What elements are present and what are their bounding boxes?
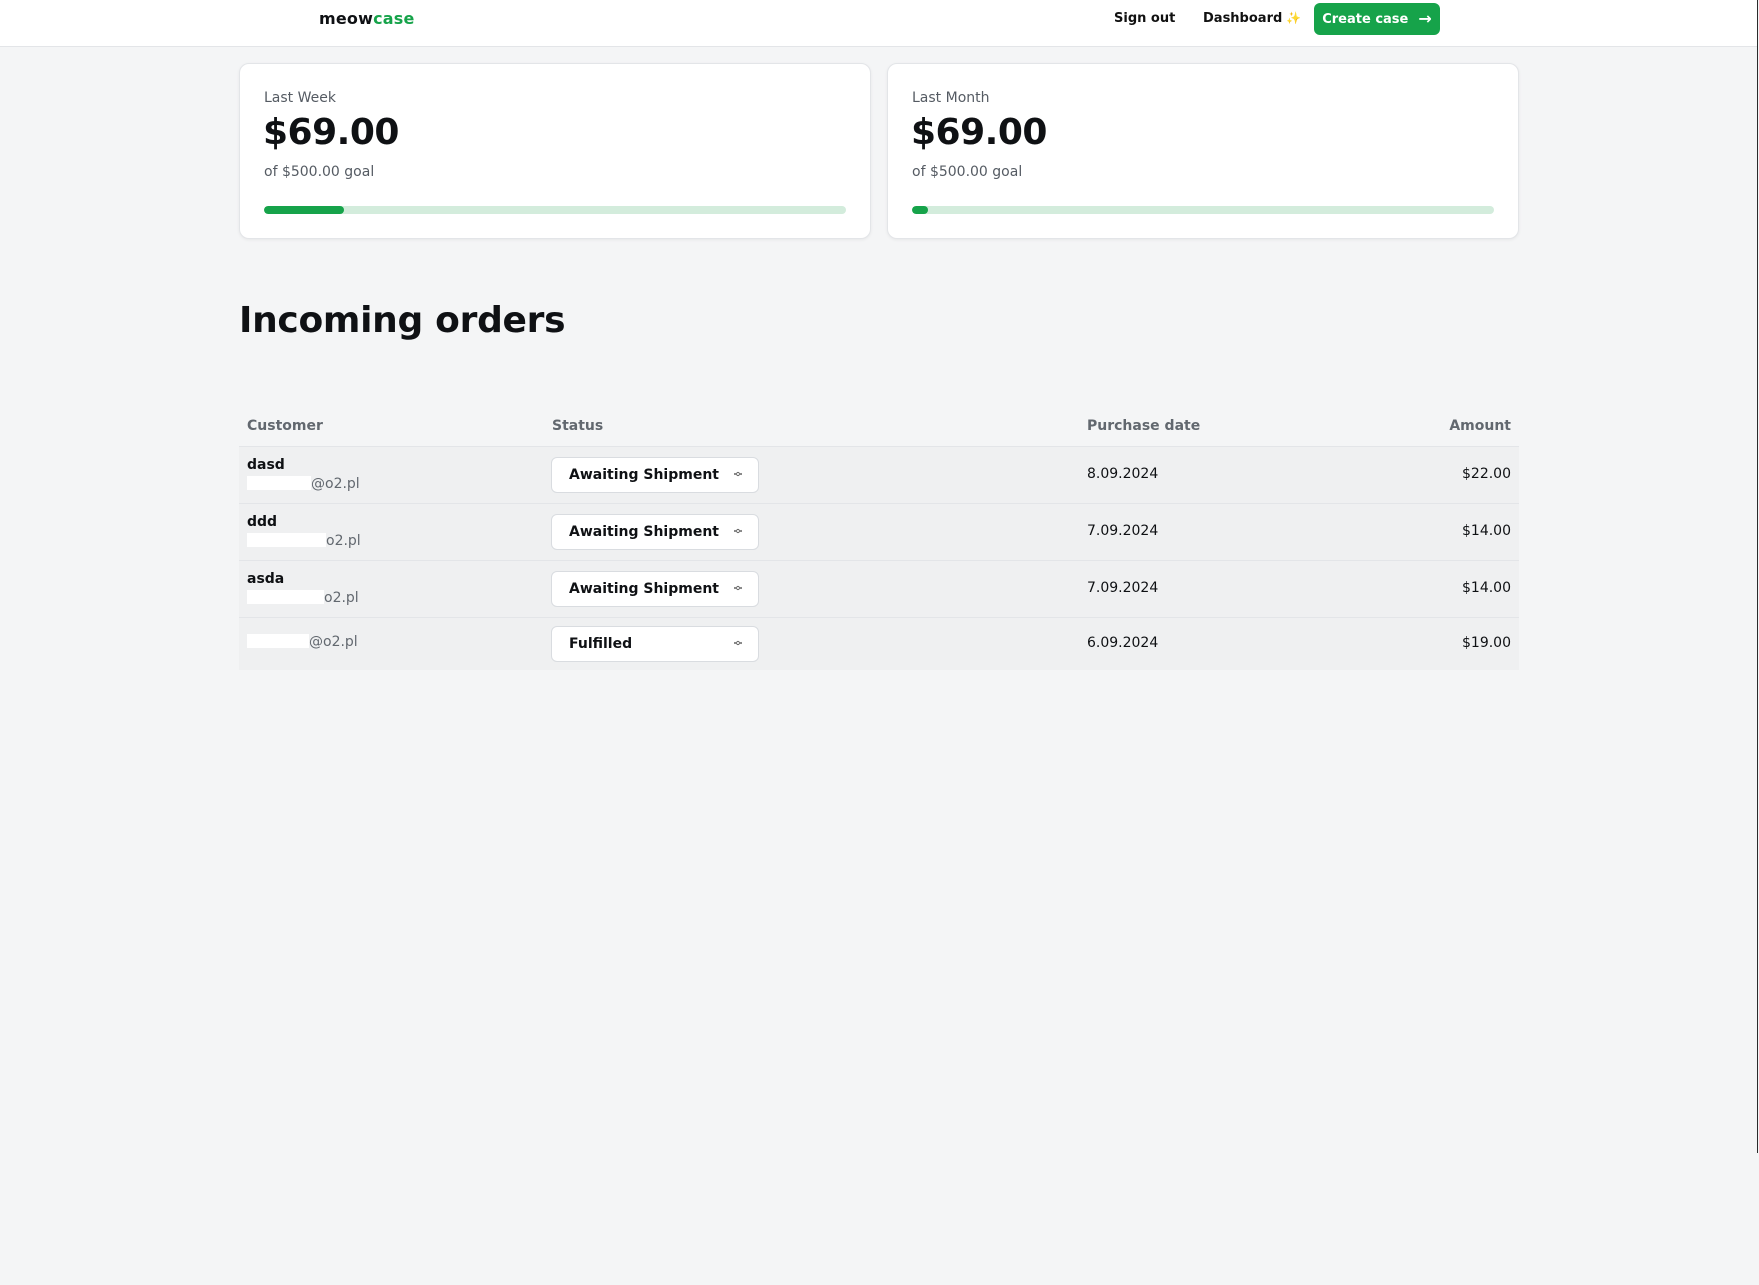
stat-card-last-month: Last Month $69.00 of $500.00 goal (887, 63, 1519, 239)
purchase-date: 7.09.2024 (1087, 523, 1159, 539)
arrow-right-icon: → (1418, 9, 1432, 28)
customer-email: @o2.pl (247, 634, 358, 650)
purchase-date: 6.09.2024 (1087, 635, 1159, 651)
status-select[interactable]: Awaiting Shipment ︿ ﹀ (551, 457, 759, 493)
sparkles-icon: ✨ (1286, 11, 1302, 25)
customer-email-domain: @o2.pl (311, 476, 360, 492)
navbar: meowcase Sign out Dashboard ✨ Create case… (0, 0, 1757, 47)
table-header: Customer Status Purchase date Amount (239, 410, 1519, 447)
page-title: Incoming orders (239, 300, 566, 341)
brand-primary: meow (319, 9, 374, 28)
stat-goal: of $500.00 goal (912, 164, 1023, 180)
stat-card-last-week: Last Week $69.00 of $500.00 goal (239, 63, 871, 239)
create-case-label: Create case (1322, 11, 1409, 27)
chevron-up-down-icon: ︿ ﹀ (734, 581, 742, 596)
status-value: Awaiting Shipment (569, 581, 719, 597)
page: meowcase Sign out Dashboard ✨ Create case… (0, 0, 1759, 1285)
column-header-status: Status (552, 418, 604, 434)
customer-name: asda (247, 571, 285, 587)
table-row[interactable]: @o2.pl Fulfilled ︿ ﹀ 6.09.2024 $19.00 (239, 618, 1519, 670)
brand-accent: case (373, 9, 415, 28)
order-amount: $19.00 (1462, 635, 1511, 651)
brand-logo[interactable]: meowcase (319, 9, 415, 28)
stat-label: Last Month (912, 90, 990, 106)
customer-email-domain: @o2.pl (309, 634, 358, 650)
status-value: Awaiting Shipment (569, 524, 719, 540)
status-select[interactable]: Awaiting Shipment ︿ ﹀ (551, 571, 759, 607)
customer-name: ddd (247, 514, 278, 530)
order-amount: $22.00 (1462, 466, 1511, 482)
status-select[interactable]: Fulfilled ︿ ﹀ (551, 626, 759, 662)
column-header-purchase-date: Purchase date (1087, 418, 1201, 434)
customer-email: o2.pl (247, 533, 361, 549)
redaction-block (247, 590, 324, 604)
stat-value: $69.00 (263, 112, 399, 153)
table-row[interactable]: dasd @o2.pl Awaiting Shipment ︿ ﹀ 8.09.20… (239, 447, 1519, 504)
chevron-up-down-icon: ︿ ﹀ (734, 467, 742, 482)
customer-email: @o2.pl (247, 476, 360, 492)
dashboard-label: Dashboard (1203, 11, 1283, 26)
order-amount: $14.00 (1462, 580, 1511, 596)
scrollbar-edge (1757, 0, 1758, 1153)
customer-email: o2.pl (247, 590, 359, 606)
orders-table: Customer Status Purchase date Amount das… (239, 410, 1519, 670)
chevron-up-down-icon: ︿ ﹀ (734, 524, 742, 539)
status-value: Awaiting Shipment (569, 467, 719, 483)
redaction-block (247, 533, 326, 547)
purchase-date: 8.09.2024 (1087, 466, 1159, 482)
progress-bar (264, 206, 846, 214)
stat-goal: of $500.00 goal (264, 164, 375, 180)
customer-email-domain: o2.pl (326, 533, 361, 549)
chevron-up-down-icon: ︿ ﹀ (734, 636, 742, 651)
stat-label: Last Week (264, 90, 336, 106)
status-value: Fulfilled (569, 636, 633, 652)
customer-email-domain: o2.pl (324, 590, 359, 606)
column-header-customer: Customer (247, 418, 323, 434)
progress-fill (912, 206, 928, 214)
redaction-block (247, 634, 309, 648)
customer-name: dasd (247, 457, 285, 473)
table-row[interactable]: ddd o2.pl Awaiting Shipment ︿ ﹀ 7.09.2024… (239, 504, 1519, 561)
stat-value: $69.00 (911, 112, 1047, 153)
redaction-block (247, 476, 311, 490)
status-select[interactable]: Awaiting Shipment ︿ ﹀ (551, 514, 759, 550)
sign-out-link[interactable]: Sign out (1114, 11, 1175, 26)
create-case-button[interactable]: Create case → (1314, 3, 1440, 35)
table-row[interactable]: asda o2.pl Awaiting Shipment ︿ ﹀ 7.09.202… (239, 561, 1519, 618)
purchase-date: 7.09.2024 (1087, 580, 1159, 596)
order-amount: $14.00 (1462, 523, 1511, 539)
progress-fill (264, 206, 345, 214)
dashboard-link[interactable]: Dashboard ✨ (1203, 11, 1301, 26)
progress-bar (912, 206, 1494, 214)
column-header-amount: Amount (1449, 418, 1511, 434)
